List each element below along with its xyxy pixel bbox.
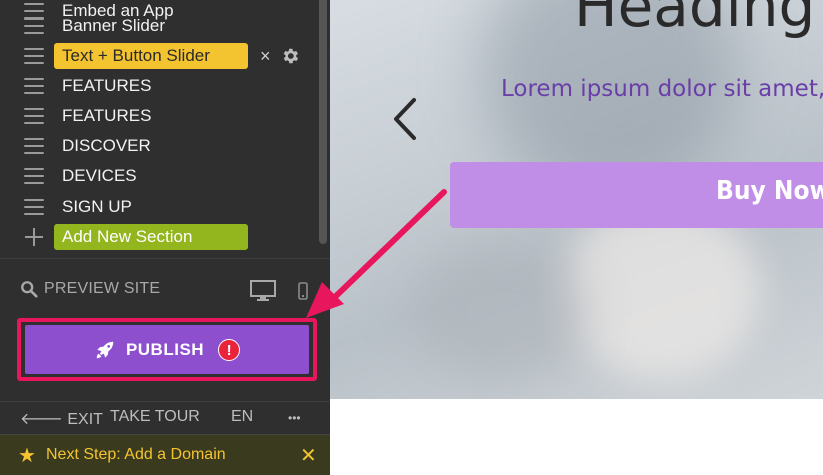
gear-icon[interactable] [280, 46, 300, 66]
mobile-icon[interactable] [298, 282, 308, 300]
add-section-button[interactable]: Add New Section [54, 224, 248, 250]
buy-now-label: Buy Now [716, 176, 823, 206]
section-row[interactable]: SIGN UP [0, 192, 318, 222]
section-label[interactable]: FEATURES [54, 73, 159, 99]
preview-row: PREVIEW SITE [0, 276, 330, 306]
drag-handle-icon[interactable] [24, 18, 44, 34]
preview-blank-area [330, 399, 823, 475]
preview-site-label: PREVIEW SITE [44, 280, 161, 297]
take-tour-button[interactable]: TAKE TOUR [110, 408, 200, 426]
section-row[interactable]: FEATURES [0, 71, 318, 101]
more-options-button[interactable]: ••• [288, 411, 301, 425]
alert-icon: ! [218, 338, 241, 361]
search-icon [21, 281, 38, 298]
section-label[interactable]: SIGN UP [54, 194, 140, 220]
drag-handle-icon[interactable] [24, 199, 44, 215]
drag-handle-icon[interactable] [24, 78, 44, 94]
desktop-icon[interactable] [250, 280, 276, 302]
arrow-left-icon: 🡐 [20, 411, 63, 428]
chevron-left-icon[interactable] [390, 96, 420, 142]
star-icon: ★ [18, 445, 36, 467]
section-row[interactable]: DEVICES [0, 161, 318, 191]
divider [0, 258, 330, 259]
exit-button[interactable]: 🡐 EXIT [20, 408, 103, 429]
section-label[interactable]: DEVICES [54, 163, 145, 189]
sidebar-scrollbar[interactable] [319, 0, 327, 244]
drag-handle-icon[interactable] [24, 48, 44, 64]
section-row[interactable]: FEATURES [0, 101, 318, 131]
language-selector[interactable]: EN [231, 408, 253, 426]
close-icon[interactable]: ✕ [300, 443, 317, 468]
hero-subtitle[interactable]: Lorem ipsum dolor sit amet, con [501, 76, 823, 102]
add-section-row[interactable]: Add New Section [0, 222, 318, 252]
site-preview-canvas: Heading Lorem ipsum dolor sit amet, con … [330, 0, 823, 399]
hero-heading[interactable]: Heading [574, 0, 815, 40]
sidebar-footer: 🡐 EXIT TAKE TOUR EN ••• [0, 401, 330, 431]
section-label[interactable]: Banner Slider [54, 13, 173, 39]
section-label-active[interactable]: Text + Button Slider [54, 43, 248, 69]
rocket-icon [96, 341, 114, 358]
drag-handle-icon[interactable] [24, 138, 44, 154]
hero-background-image [410, 240, 590, 380]
section-row[interactable]: DISCOVER [0, 131, 318, 161]
section-row-active[interactable]: Text + Button Slider × [0, 41, 318, 71]
preview-site-button[interactable]: PREVIEW SITE [20, 280, 160, 298]
plus-icon[interactable] [25, 228, 43, 246]
publish-label: PUBLISH [125, 339, 205, 359]
remove-section-icon[interactable]: × [260, 46, 271, 67]
drag-handle-icon[interactable] [24, 168, 44, 184]
section-label[interactable]: DISCOVER [54, 133, 159, 159]
next-step-banner[interactable]: ★ Next Step: Add a Domain ✕ [0, 434, 330, 475]
next-step-text[interactable]: Next Step: Add a Domain [46, 446, 226, 464]
exit-label: EXIT [67, 411, 103, 428]
publish-button[interactable]: PUBLISH ! [25, 325, 309, 374]
section-row[interactable]: Banner Slider [0, 11, 318, 41]
drag-handle-icon[interactable] [24, 108, 44, 124]
section-label[interactable]: FEATURES [54, 103, 159, 129]
buy-now-button[interactable]: Buy Now [450, 162, 823, 228]
editor-sidebar: Embed an App Banner Slider Text + Button… [0, 0, 330, 475]
